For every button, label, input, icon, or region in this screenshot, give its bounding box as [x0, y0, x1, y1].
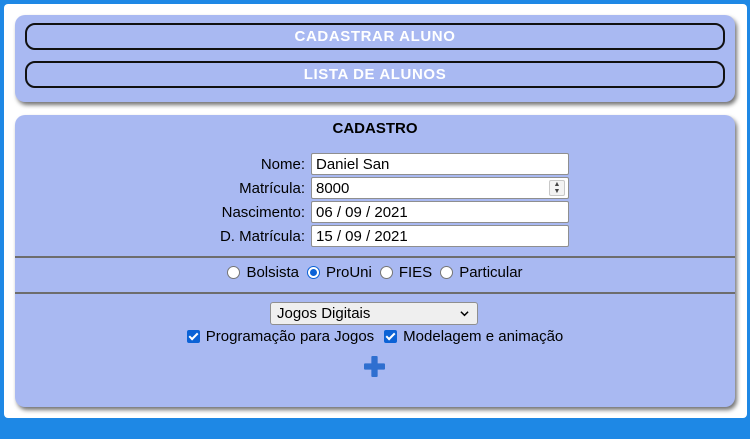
enrollment-date-input[interactable]: 15 / 09 / 2021	[311, 225, 569, 247]
radio-circle-icon[interactable]	[379, 265, 393, 279]
plus-icon[interactable]	[364, 356, 385, 377]
checkbox-label: Modelagem e animação	[403, 327, 564, 345]
payment-type-radio-group: Bolsista ProUni FIES Particular	[15, 262, 735, 282]
navigation-card: CADASTRAR ALUNO LISTA DE ALUNOS	[15, 15, 735, 102]
registration-form-card: CADASTRO Nome: Daniel San Matrícula: 800…	[15, 115, 735, 407]
radio-circle-icon[interactable]	[440, 265, 454, 279]
enrollment-date-label: D. Matrícula:	[219, 228, 305, 245]
student-list-button[interactable]: LISTA DE ALUNOS	[25, 61, 725, 88]
divider-top	[15, 256, 735, 258]
enrollment-row: Matrícula: 8000 ▲ ▼	[15, 177, 735, 199]
enrollment-input[interactable]: 8000 ▲ ▼	[311, 177, 569, 199]
radio-label: ProUni	[325, 263, 372, 281]
form-title: CADASTRO	[332, 120, 418, 137]
checkbox-programacao[interactable]: Programação para Jogos	[186, 327, 375, 345]
name-label: Nome:	[260, 156, 305, 173]
birth-label: Nascimento:	[221, 204, 305, 221]
enrollment-value: 8000	[316, 180, 350, 197]
register-student-button[interactable]: CADASTRAR ALUNO	[25, 23, 725, 50]
radio-fies[interactable]: FIES	[379, 263, 433, 281]
radio-particular[interactable]: Particular	[440, 263, 523, 281]
radio-circle-icon[interactable]	[227, 265, 241, 279]
radio-label: Particular	[459, 263, 523, 281]
radio-selected-icon[interactable]	[306, 265, 320, 279]
radio-prouni[interactable]: ProUni	[306, 263, 372, 281]
name-input[interactable]: Daniel San	[311, 153, 569, 175]
checkbox-modelagem[interactable]: Modelagem e animação	[384, 328, 563, 345]
subjects-checkbox-group: Programação para Jogos Modelagem e anima…	[15, 326, 735, 346]
name-row: Nome: Daniel San	[15, 153, 735, 175]
radio-label: FIES	[398, 263, 433, 281]
radio-label: Bolsista	[246, 263, 299, 281]
course-select-value: Jogos Digitais	[277, 305, 371, 322]
radio-bolsista[interactable]: Bolsista	[227, 264, 299, 281]
birth-date-input[interactable]: 06 / 09 / 2021	[311, 201, 569, 223]
checkbox-label: Programação para Jogos	[205, 327, 375, 345]
enrollment-date-row: D. Matrícula: 15 / 09 / 2021	[15, 225, 735, 247]
birth-row: Nascimento: 06 / 09 / 2021	[15, 201, 735, 223]
checkbox-checked-icon[interactable]	[384, 329, 398, 343]
number-spinner-icon[interactable]: ▲ ▼	[549, 180, 565, 196]
divider-bottom	[15, 292, 735, 294]
course-select[interactable]: Jogos Digitais	[270, 302, 478, 325]
page-container: CADASTRAR ALUNO LISTA DE ALUNOS CADASTRO…	[4, 4, 747, 418]
chevron-down-icon	[460, 311, 469, 317]
checkbox-checked-icon[interactable]	[186, 329, 200, 343]
enrollment-label: Matrícula:	[239, 180, 305, 197]
